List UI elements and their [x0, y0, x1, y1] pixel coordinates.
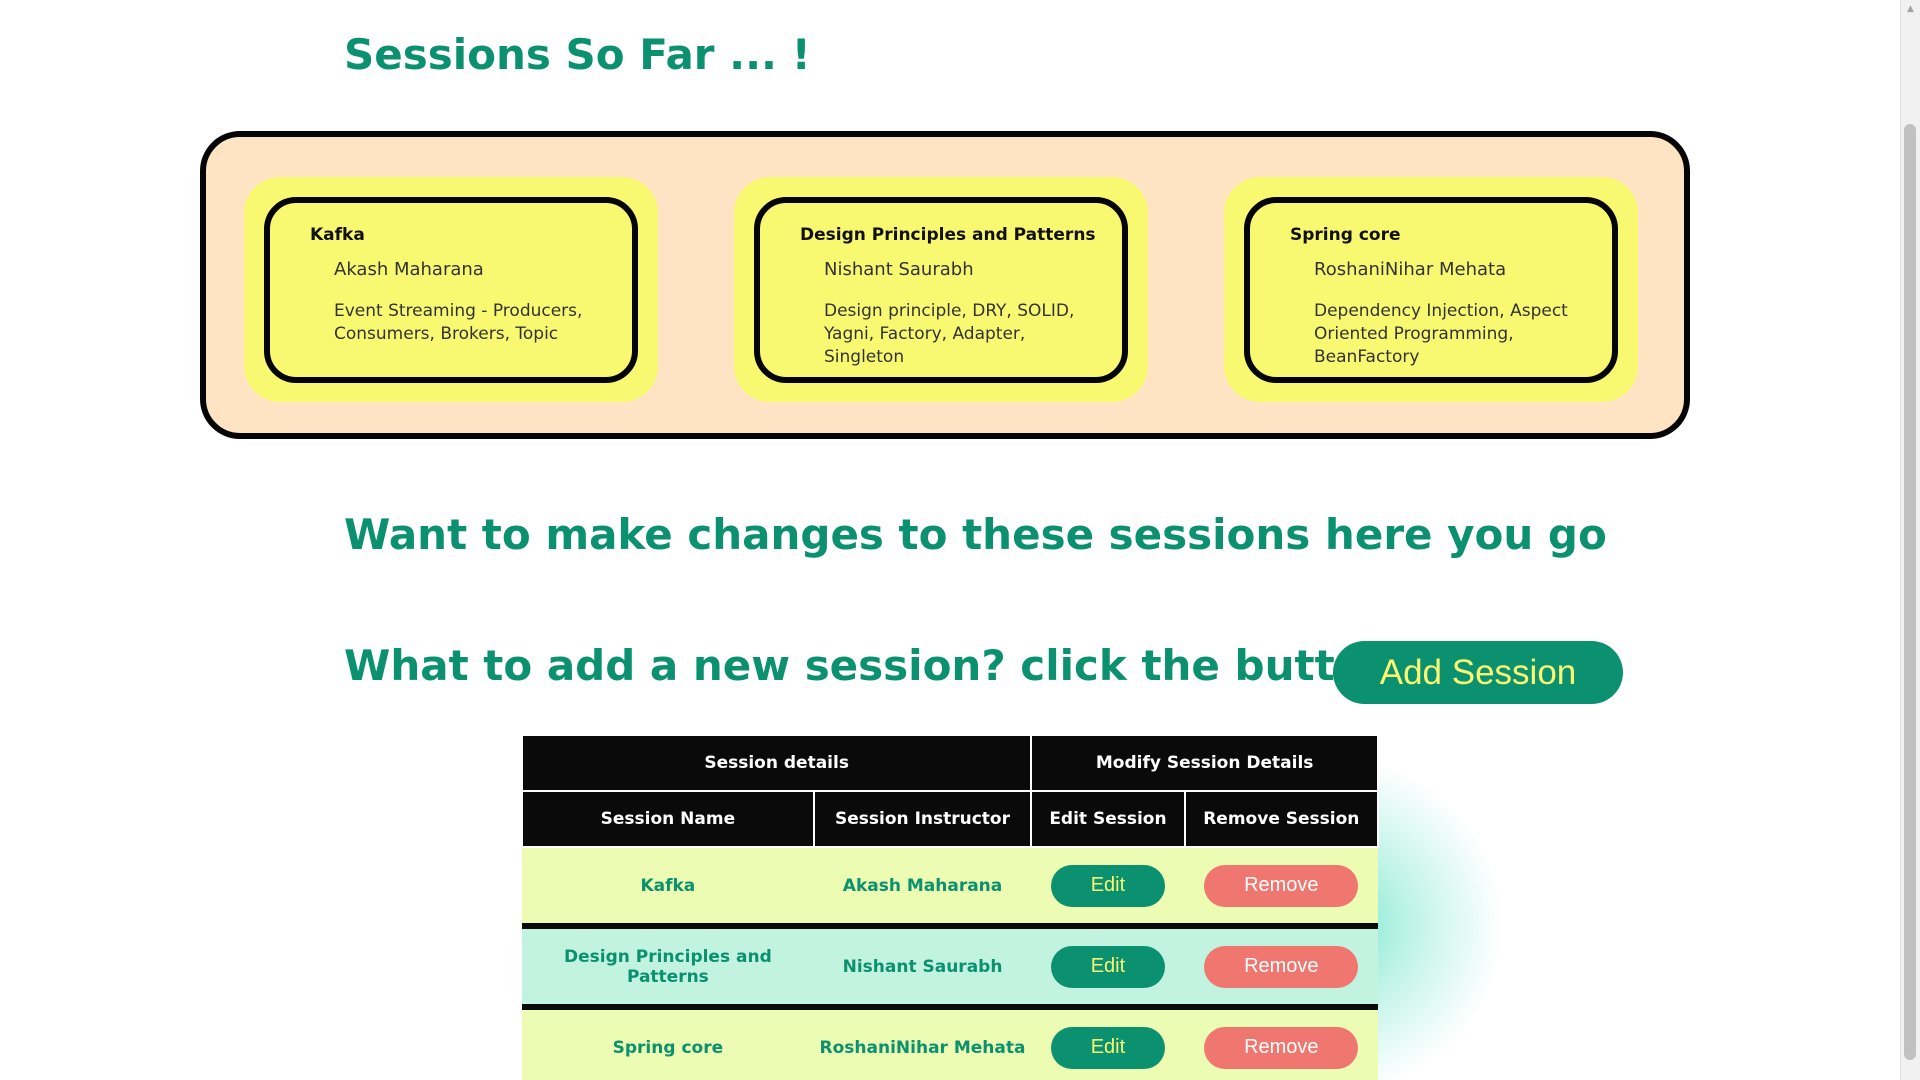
- make-changes-heading: Want to make changes to these sessions h…: [344, 510, 1607, 559]
- table-row: Design Principles and Patterns Nishant S…: [522, 926, 1378, 1010]
- table-row: Spring core RoshaniNihar Mehata Edit Rem…: [522, 1007, 1378, 1080]
- session-card-description: Dependency Injection, Aspect Oriented Pr…: [1314, 301, 1568, 367]
- session-instructor-cell: RoshaniNihar Mehata: [813, 1007, 1032, 1080]
- scrollbar-thumb[interactable]: [1904, 124, 1916, 1060]
- session-card: Design Principles and Patterns Nishant S…: [754, 197, 1128, 383]
- session-instructor-cell: Akash Maharana: [813, 847, 1032, 929]
- session-instructor-header: Session Instructor: [812, 790, 1033, 848]
- session-card-instructor: Nishant Saurabh: [824, 259, 974, 280]
- edit-button[interactable]: Edit: [1050, 1026, 1165, 1069]
- session-details-header: Session details: [520, 734, 1033, 792]
- session-card-wrapper: Spring core RoshaniNihar Mehata Dependen…: [1224, 177, 1638, 402]
- table-column-header-row: Session Name Session Instructor Edit Ses…: [521, 790, 1380, 848]
- table-group-header-row: Session details Modify Session Details: [520, 734, 1379, 792]
- chevron-up-icon[interactable]: ▲: [1901, 0, 1920, 18]
- add-session-button[interactable]: Add Session: [1333, 641, 1623, 704]
- session-card-title: Kafka: [310, 225, 365, 245]
- session-card-title: Spring core: [1290, 225, 1401, 245]
- session-card-title: Design Principles and Patterns: [800, 225, 1096, 245]
- session-card-instructor: RoshaniNihar Mehata: [1314, 259, 1507, 280]
- session-instructor-cell: Nishant Saurabh: [813, 926, 1032, 1010]
- remove-button[interactable]: Remove: [1204, 1026, 1359, 1069]
- add-session-heading: What to add a new session? click the but…: [344, 641, 1425, 690]
- sessions-so-far-heading: Sessions So Far ... !: [344, 30, 811, 79]
- edit-button[interactable]: Edit: [1050, 864, 1165, 907]
- session-name-cell: Spring core: [522, 1007, 814, 1080]
- remove-session-header: Remove Session: [1183, 790, 1380, 848]
- page: Sessions So Far ... ! Kafka Akash Mahara…: [0, 0, 1900, 1080]
- session-card: Spring core RoshaniNihar Mehata Dependen…: [1244, 197, 1618, 383]
- session-name-cell: Kafka: [522, 847, 814, 929]
- session-name-cell: Design Principles and Patterns: [522, 926, 814, 1010]
- session-card: Kafka Akash Maharana Event Streaming - P…: [264, 197, 638, 383]
- edit-cell: Edit: [1031, 1007, 1185, 1080]
- sessions-table: Session details Modify Session Details S…: [520, 734, 1380, 1080]
- session-card-wrapper: Design Principles and Patterns Nishant S…: [734, 177, 1148, 402]
- edit-cell: Edit: [1031, 847, 1185, 929]
- remove-cell: Remove: [1184, 847, 1378, 929]
- session-card-description: Design principle, DRY, SOLID, Yagni, Fac…: [824, 301, 1075, 367]
- session-card-description: Event Streaming - Producers, Consumers, …: [334, 301, 583, 344]
- remove-cell: Remove: [1184, 1007, 1378, 1080]
- remove-button[interactable]: Remove: [1204, 945, 1359, 988]
- session-card-wrapper: Kafka Akash Maharana Event Streaming - P…: [244, 177, 658, 402]
- modify-session-details-header: Modify Session Details: [1030, 734, 1379, 792]
- table-row: Kafka Akash Maharana Edit Remove: [522, 847, 1378, 929]
- session-name-header: Session Name: [521, 790, 815, 848]
- remove-button[interactable]: Remove: [1204, 864, 1359, 907]
- session-card-instructor: Akash Maharana: [334, 259, 484, 280]
- edit-cell: Edit: [1031, 926, 1185, 1010]
- remove-cell: Remove: [1184, 926, 1378, 1010]
- sessions-cards-container: Kafka Akash Maharana Event Streaming - P…: [200, 131, 1690, 439]
- edit-button[interactable]: Edit: [1050, 945, 1165, 988]
- vertical-scrollbar[interactable]: ▲: [1900, 0, 1920, 1080]
- edit-session-header: Edit Session: [1030, 790, 1186, 848]
